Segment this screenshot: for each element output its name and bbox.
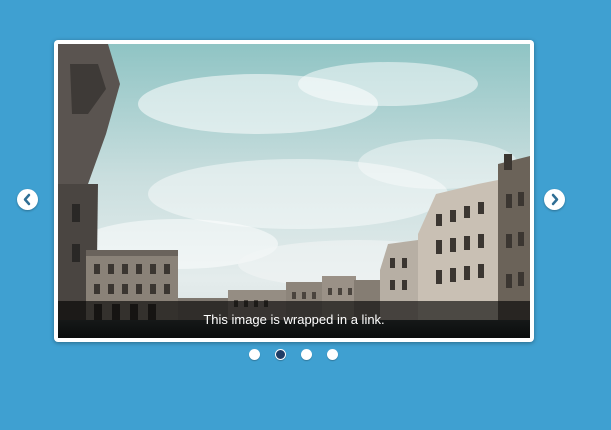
slider-frame: This image is wrapped in a link. xyxy=(54,40,534,342)
slide-caption: This image is wrapped in a link. xyxy=(58,301,530,338)
chevron-right-icon xyxy=(551,193,559,206)
pager-dot-3[interactable] xyxy=(301,349,312,360)
slide-image-link[interactable]: This image is wrapped in a link. xyxy=(58,44,530,338)
next-slide-button[interactable] xyxy=(544,189,565,210)
pager-dot-4[interactable] xyxy=(327,349,338,360)
chevron-left-icon xyxy=(23,193,31,206)
slide-pager xyxy=(249,349,338,360)
pager-dot-2-active[interactable] xyxy=(275,349,286,360)
pager-dot-1[interactable] xyxy=(249,349,260,360)
previous-slide-button[interactable] xyxy=(17,189,38,210)
venice-photo xyxy=(58,44,530,338)
